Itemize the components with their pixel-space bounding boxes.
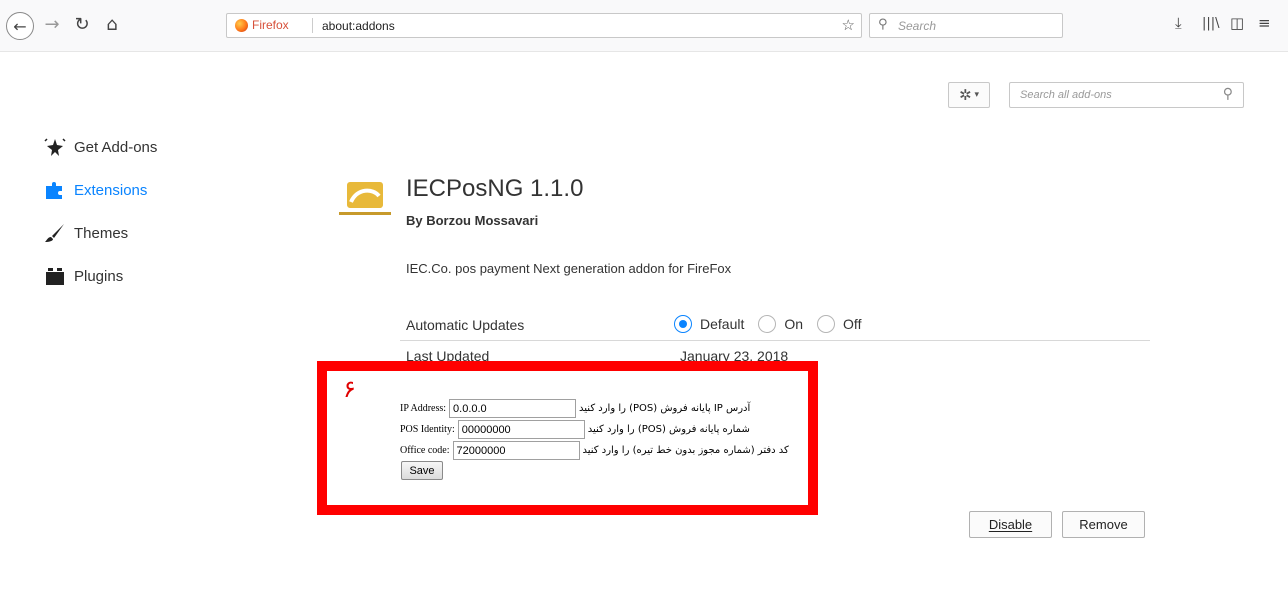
- ip-address-row: IP Address: 0.0.0.0 آدرس IP پایانه فروش …: [400, 399, 750, 418]
- url-bar[interactable]: Firefox about:addons ☆: [226, 13, 862, 38]
- category-label: Plugins: [74, 267, 124, 285]
- ip-address-input[interactable]: 0.0.0.0: [449, 399, 577, 418]
- back-button[interactable]: ←: [6, 12, 34, 40]
- radio-default[interactable]: Default: [674, 315, 744, 333]
- home-icon: ⌂: [106, 13, 118, 35]
- radio-on-label: On: [784, 316, 804, 332]
- reload-icon: ↻: [74, 13, 90, 35]
- pos-identity-label: POS Identity:: [400, 424, 455, 435]
- reload-button[interactable]: ↻: [70, 12, 94, 36]
- back-arrow-icon: ←: [13, 16, 27, 36]
- url-separator: [312, 18, 313, 33]
- menu-update-icon[interactable]: ≡: [1258, 14, 1271, 32]
- office-code-input[interactable]: 72000000: [452, 441, 580, 460]
- identity-label: Firefox: [252, 18, 289, 32]
- home-button[interactable]: ⌂: [100, 12, 124, 36]
- radio-off[interactable]: Off: [817, 315, 861, 333]
- disable-label: Disable: [988, 517, 1033, 532]
- chevron-down-icon: ▾: [974, 90, 980, 100]
- disable-button[interactable]: Disable: [969, 511, 1052, 538]
- category-get-addons[interactable]: Get Add-ons: [44, 134, 157, 160]
- addon-options-panel: ۶ IP Address: 0.0.0.0 آدرس IP پایانه فرو…: [317, 361, 818, 515]
- tools-gear-button[interactable]: ✲ ▾: [948, 82, 990, 108]
- radio-off-label: Off: [843, 316, 862, 332]
- forward-arrow-icon: →: [44, 13, 60, 35]
- radio-default-indicator[interactable]: [674, 315, 692, 333]
- site-identity[interactable]: Firefox: [235, 18, 289, 32]
- addon-author: By Borzou Mossavari: [406, 213, 539, 228]
- remove-label: Remove: [1079, 517, 1128, 532]
- pos-identity-hint: شماره پایانه فروش (POS) را وارد کنید: [587, 424, 750, 435]
- category-label: Get Add-ons: [74, 138, 158, 156]
- office-code-label: Office code:: [400, 445, 450, 456]
- search-icon: ⚲: [878, 17, 888, 32]
- firefox-logo-icon: [235, 18, 248, 32]
- office-code-row: Office code: 72000000 کد دفتر (شماره مجو…: [400, 441, 789, 460]
- category-label: Themes: [74, 224, 129, 242]
- addon-description: IEC.Co. pos payment Next generation addo…: [406, 261, 732, 276]
- bookmark-star-icon[interactable]: ☆: [842, 16, 855, 34]
- annotation-number: ۶: [343, 375, 356, 403]
- forward-button[interactable]: →: [40, 12, 64, 36]
- ip-address-label: IP Address:: [400, 403, 447, 414]
- url-text[interactable]: about:addons: [322, 19, 395, 33]
- get-addons-icon: [44, 137, 66, 157]
- addon-logo: [337, 180, 393, 220]
- browser-search-bar[interactable]: ⚲ Search: [869, 13, 1063, 38]
- addon-search-placeholder: Search all add-ons: [1020, 89, 1112, 101]
- office-code-hint: کد دفتر (شماره مجوز بدون خط تیره) را وار…: [582, 445, 789, 456]
- sidebar-toggle-icon[interactable]: ◫: [1230, 14, 1244, 32]
- category-themes[interactable]: Themes: [44, 220, 128, 246]
- radio-default-label: Default: [700, 316, 745, 332]
- ip-address-hint: آدرس IP پایانه فروش (POS) را وارد کنید: [579, 403, 751, 414]
- downloads-icon[interactable]: ⤓: [1175, 14, 1182, 32]
- radio-on[interactable]: On: [758, 315, 803, 333]
- search-icon: ⚲: [1222, 86, 1233, 102]
- detail-divider: [400, 340, 1150, 341]
- addon-title: IECPosNG 1.1.0: [406, 175, 584, 202]
- category-extensions[interactable]: Extensions: [44, 177, 147, 203]
- radio-on-indicator[interactable]: [758, 315, 777, 333]
- browser-toolbar: ← → ↻ ⌂ Firefox about:addons ☆ ⚲ Search …: [0, 0, 1288, 52]
- themes-icon: [44, 223, 66, 243]
- plugins-icon: [44, 266, 66, 286]
- remove-button[interactable]: Remove: [1062, 511, 1145, 538]
- pos-identity-row: POS Identity: 00000000 شماره پایانه فروش…: [400, 420, 750, 439]
- automatic-updates-radio-group: Default On Off: [674, 315, 867, 333]
- automatic-updates-label: Automatic Updates: [406, 317, 525, 333]
- radio-off-indicator[interactable]: [817, 315, 836, 333]
- pos-identity-input[interactable]: 00000000: [457, 420, 585, 439]
- extensions-icon: [44, 180, 66, 200]
- save-button[interactable]: Save: [401, 461, 443, 480]
- gear-icon: ✲: [958, 86, 972, 104]
- addon-search-input[interactable]: Search all add-ons ⚲: [1009, 82, 1244, 108]
- category-plugins[interactable]: Plugins: [44, 263, 123, 289]
- library-icon[interactable]: |||\: [1202, 16, 1220, 31]
- category-label: Extensions: [74, 181, 148, 199]
- browser-search-placeholder: Search: [898, 19, 937, 33]
